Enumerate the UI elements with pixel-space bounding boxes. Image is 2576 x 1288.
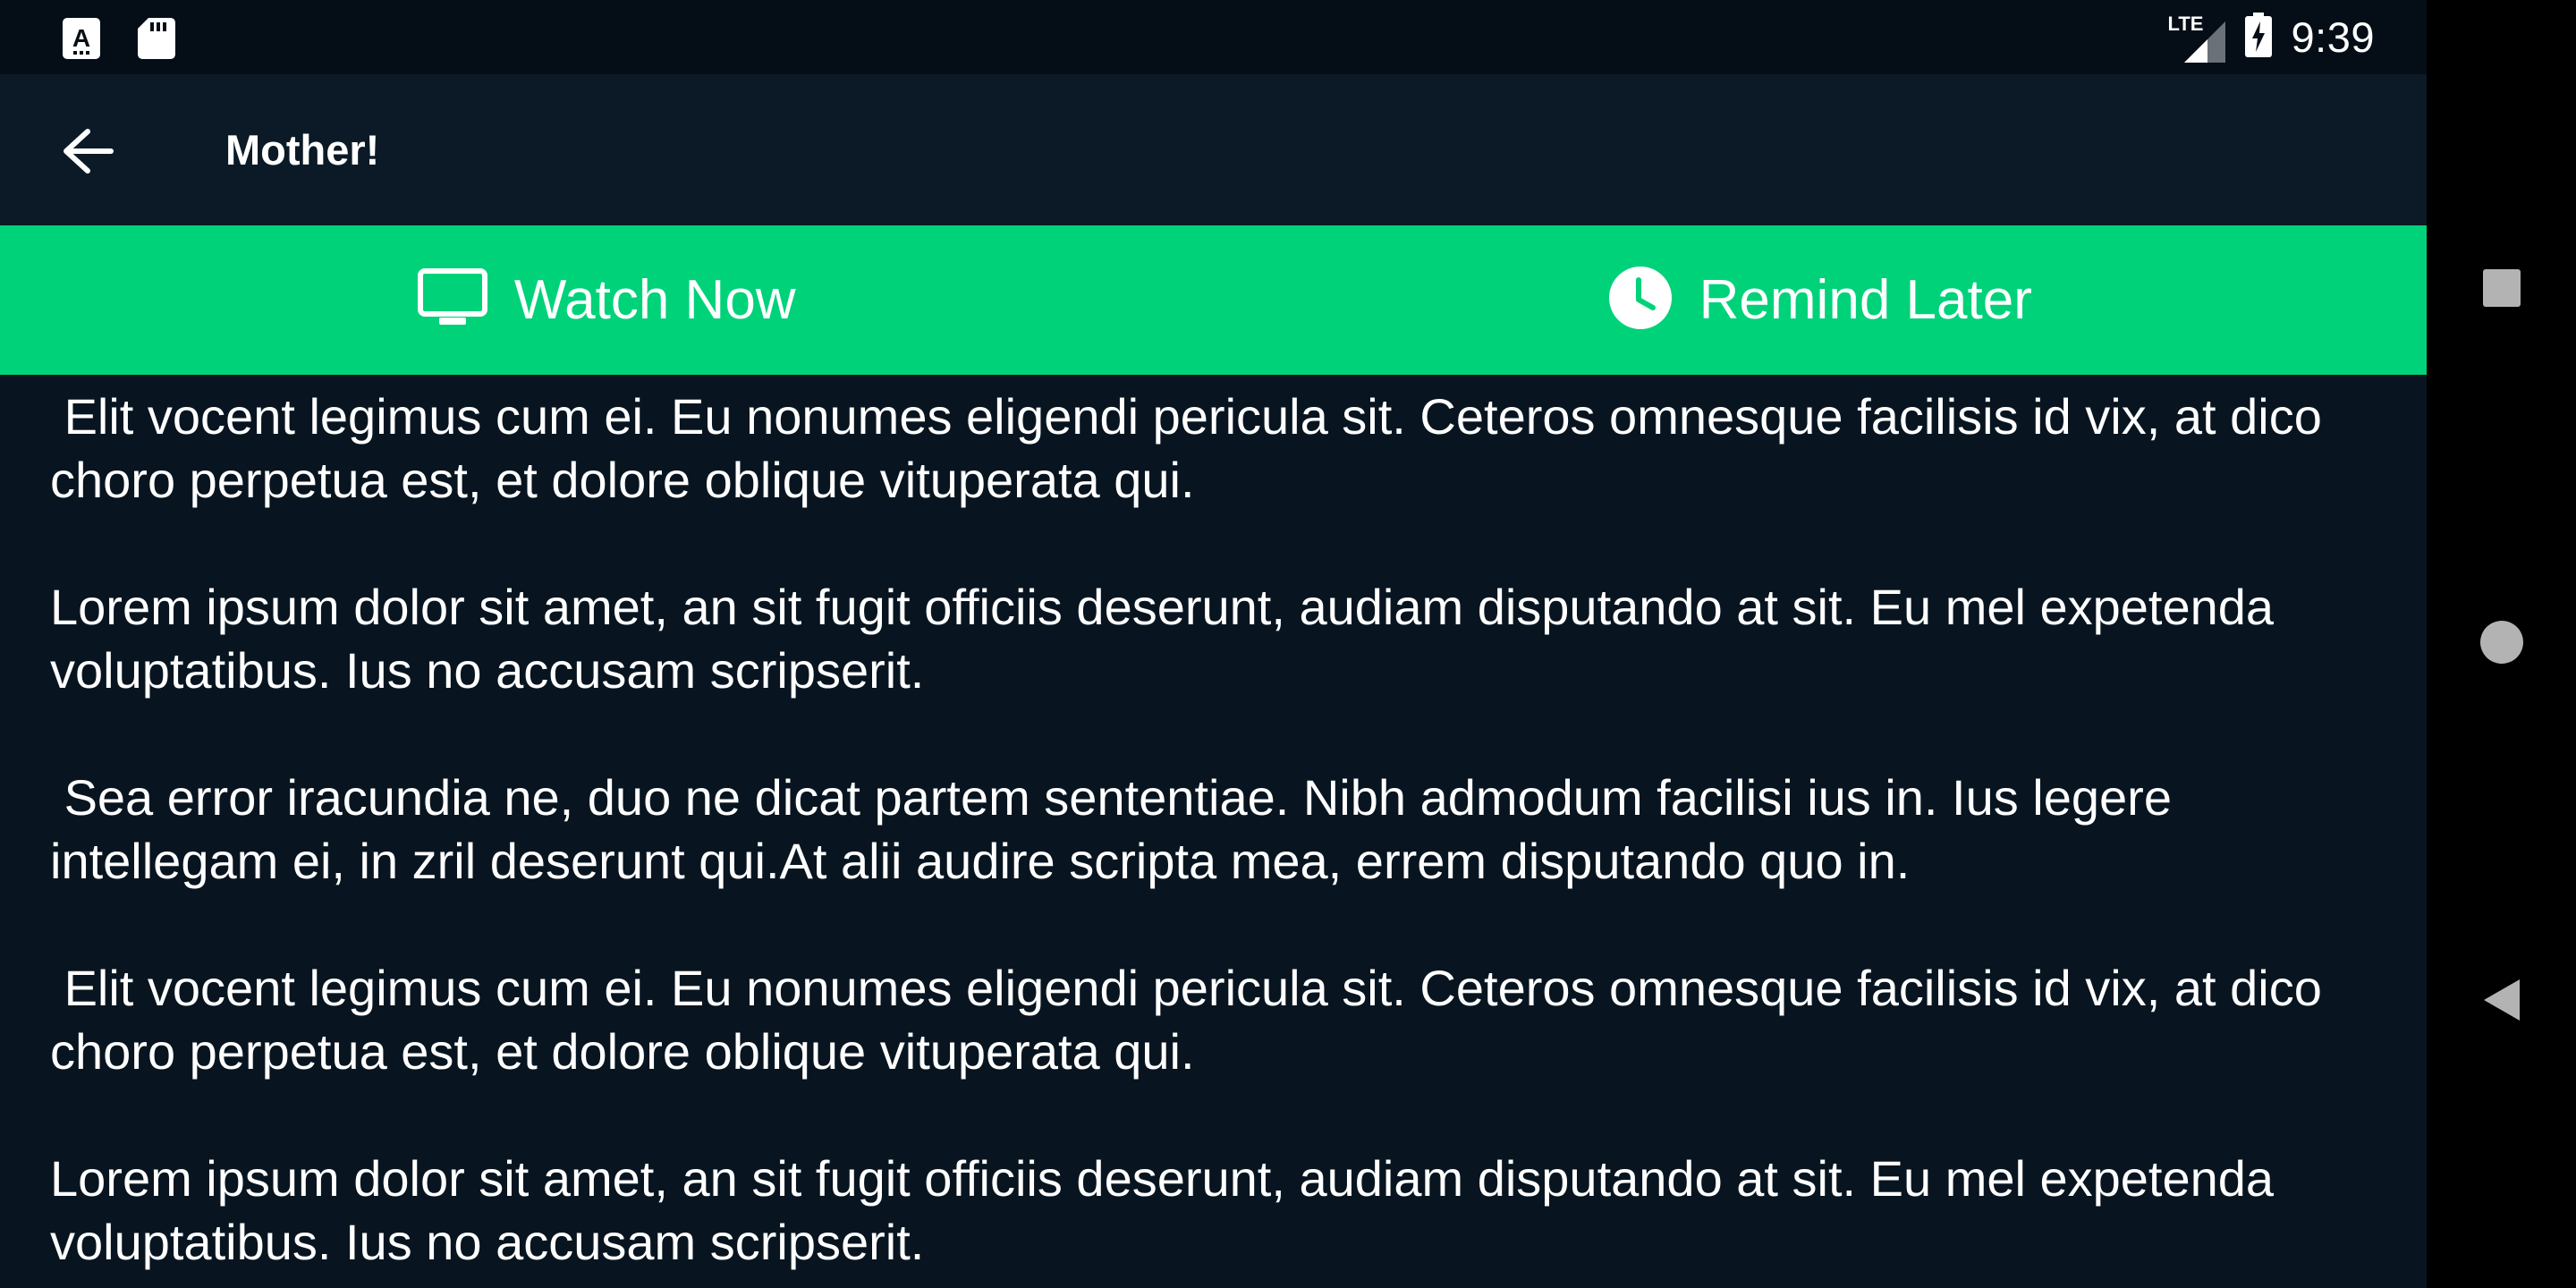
lte-signal-icon: LTE [2168, 13, 2225, 63]
description-paragraph: Sea error iracundia ne, duo ne dicat par… [50, 769, 2186, 889]
description-paragraph: Lorem ipsum dolor sit amet, an sit fugit… [50, 579, 2288, 699]
font-a-icon: A [63, 18, 100, 59]
recents-square-icon [2482, 268, 2521, 307]
description-paragraph: Elit vocent legimus cum ei. Eu nonumes e… [50, 388, 2336, 508]
back-button[interactable] [36, 106, 140, 196]
page-title: Mother! [225, 126, 380, 174]
battery-charging-icon [2244, 13, 2272, 62]
home-circle-icon [2479, 620, 2523, 664]
description-text: Elit vocent legimus cum ei. Eu nonumes e… [50, 376, 2385, 1288]
remind-later-button[interactable]: Remind Later [1214, 225, 2428, 375]
home-button[interactable] [2427, 567, 2576, 716]
tv-icon [417, 268, 487, 332]
action-bar: Watch Now Remind Later [0, 225, 2427, 375]
watch-now-button[interactable]: Watch Now [0, 225, 1214, 375]
status-time: 9:39 [2291, 13, 2375, 61]
app-bar: Mother! [0, 74, 2427, 225]
remind-later-label: Remind Later [1699, 269, 2032, 331]
description-paragraph: Elit vocent legimus cum ei. Eu nonumes e… [50, 960, 2336, 1080]
system-nav-bar [2427, 0, 2576, 1288]
clock-icon [1608, 266, 1673, 335]
recents-button[interactable] [2427, 213, 2576, 362]
description-paragraph: Lorem ipsum dolor sit amet, an sit fugit… [50, 1150, 2288, 1270]
svg-text:A: A [72, 24, 90, 52]
status-right-group: LTE 9:39 [2168, 0, 2375, 74]
status-bar: A LTE 9:39 [0, 0, 2427, 74]
arrow-back-icon [64, 129, 114, 174]
back-triangle-icon [2483, 979, 2520, 1021]
back-nav-button[interactable] [2427, 925, 2576, 1074]
app-screen: A LTE 9:39 Mother! Watch Now Remind Late… [0, 0, 2427, 1288]
sd-card-icon [138, 18, 175, 59]
watch-now-label: Watch Now [513, 269, 796, 331]
